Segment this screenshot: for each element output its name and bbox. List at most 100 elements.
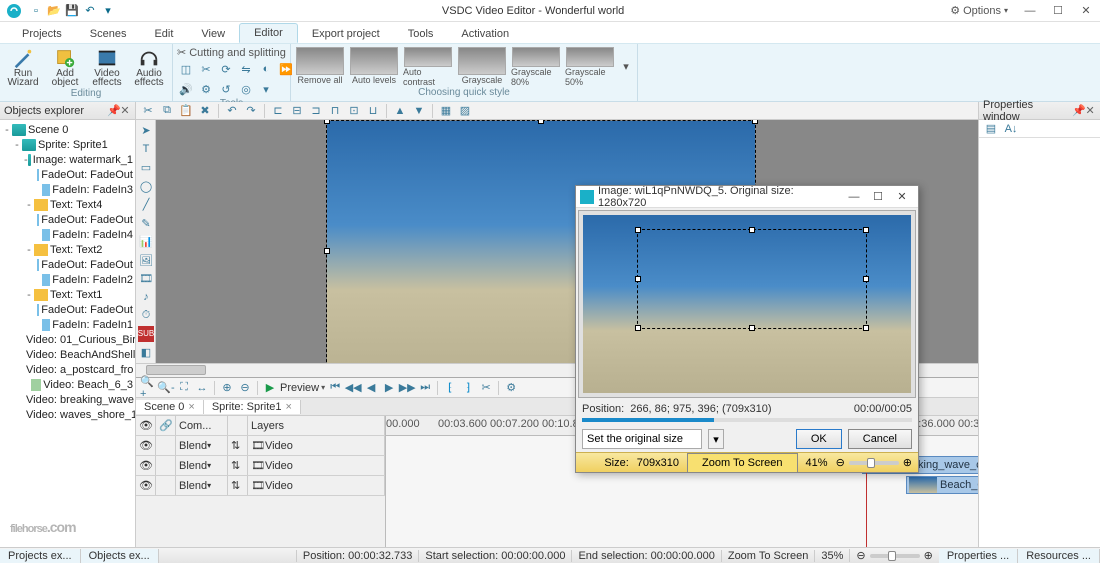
styles-more-button[interactable]: ▾ [619, 60, 633, 73]
tree-node[interactable]: -Sprite: Sprite1 [2, 137, 133, 152]
tree-node[interactable]: Video: Beach_6_3 [2, 377, 133, 392]
tree-node[interactable]: FadeIn: FadeIn1 [2, 317, 133, 332]
style-thumb-grayscale[interactable]: Grayscale [457, 47, 507, 87]
tab-close-icon[interactable]: × [188, 401, 194, 413]
statusbar-tab-properties[interactable]: Properties ... [939, 549, 1018, 563]
timeline-clip[interactable]: Beach_6_3 [906, 476, 978, 494]
dialog-crop-selection[interactable] [637, 229, 867, 329]
tree-node[interactable]: FadeIn: FadeIn3 [2, 182, 133, 197]
qat-dropdown-icon[interactable]: ▾ [100, 3, 116, 19]
subtitle-tool-icon[interactable]: SUB [138, 326, 154, 341]
tool-cut-icon[interactable]: ✂ [197, 60, 215, 78]
categorize-icon[interactable]: ▤ [983, 121, 999, 137]
maximize-button[interactable]: ☐ [1044, 1, 1072, 21]
dialog-titlebar[interactable]: Image: wiL1qPnNWDQ_5. Original size: 128… [576, 186, 918, 208]
align-right-icon[interactable]: ⊐ [308, 103, 324, 119]
sprite-tool-icon[interactable]: ◧ [138, 345, 154, 360]
tree-node[interactable]: FadeOut: FadeOut [2, 302, 133, 317]
qat-open-icon[interactable]: 📂 [46, 3, 62, 19]
tool-flip-icon[interactable]: ⇋ [237, 60, 255, 78]
dialog-minimize-button[interactable]: — [842, 191, 866, 203]
play-icon[interactable]: ▶ [262, 380, 278, 396]
align-top-icon[interactable]: ⊓ [327, 103, 343, 119]
step-back-icon[interactable]: ◀ [363, 380, 379, 396]
eye-icon[interactable]: 👁 [139, 439, 153, 452]
props-icon[interactable]: ⚙ [503, 380, 519, 396]
style-thumb-auto-levels[interactable]: Auto levels [349, 47, 399, 87]
panel-close-icon[interactable]: ✕ [119, 104, 131, 117]
run-wizard-button[interactable]: Run Wizard [4, 46, 42, 88]
cursor-icon[interactable]: ➤ [138, 123, 154, 138]
tree-node[interactable]: FadeIn: FadeIn2 [2, 272, 133, 287]
tool-volume-icon[interactable]: 🔊 [177, 80, 195, 98]
step-fwd-icon[interactable]: ▶ [381, 380, 397, 396]
tool-reverse-icon[interactable]: ↺ [217, 80, 235, 98]
ribbon-tab-projects[interactable]: Projects [8, 25, 76, 43]
dialog-progress[interactable] [582, 418, 912, 422]
status-zoom-slider[interactable]: ⊖ ⊕ [849, 549, 938, 562]
tool-color-icon[interactable]: ◐ [257, 60, 275, 78]
tool-more-icon[interactable]: ▾ [257, 80, 275, 98]
redo-icon[interactable]: ↷ [243, 103, 259, 119]
lock-icon[interactable]: ⊖ [237, 380, 253, 396]
audio-tool-icon[interactable]: ♪ [138, 289, 154, 304]
tree-node[interactable]: -Text: Text2 [2, 242, 133, 257]
ribbon-tab-editor[interactable]: Editor [239, 23, 298, 43]
delete-icon[interactable]: ✖ [197, 103, 213, 119]
combo-dropdown-icon[interactable]: ▾ [708, 429, 724, 449]
split-icon[interactable]: ✂ [478, 380, 494, 396]
freehand-icon[interactable]: ✎ [138, 215, 154, 230]
zoom-out-icon[interactable]: 🔍- [158, 380, 174, 396]
image-tool-icon[interactable]: 🖼 [138, 252, 154, 267]
lock-icon[interactable]: ⇅ [231, 439, 240, 452]
go-start-icon[interactable]: ⏮ [327, 380, 343, 396]
qat-save-icon[interactable]: 💾 [64, 3, 80, 19]
video-effects-button[interactable]: Video effects [88, 46, 126, 88]
tree-node[interactable]: Video: BeachAndShell [2, 347, 133, 362]
line-tool-icon[interactable]: ╱ [138, 197, 154, 212]
rect-tool-icon[interactable]: ▭ [138, 160, 154, 175]
timeline-tab[interactable]: Sprite: Sprite1× [204, 400, 301, 414]
undo-icon[interactable]: ↶ [224, 103, 240, 119]
zoom-in-icon[interactable]: 🔍+ [140, 380, 156, 396]
objects-tree[interactable]: - Scene 0 -Sprite: Sprite1-Image: waterm… [0, 120, 135, 547]
align-left-icon[interactable]: ⊏ [270, 103, 286, 119]
zoom-plus-icon[interactable]: ⊕ [903, 456, 912, 469]
preview-dropdown-icon[interactable]: ▾ [321, 383, 325, 392]
statusbar-tab-resources[interactable]: Resources ... [1018, 549, 1100, 563]
panel-pin-icon[interactable]: 📌 [1072, 104, 1084, 117]
tree-node[interactable]: -Image: watermark_1 [2, 152, 133, 167]
zoom-plus-icon[interactable]: ⊕ [924, 549, 933, 562]
paste-icon[interactable]: 📋 [178, 103, 194, 119]
prev-frame-icon[interactable]: ◀◀ [345, 380, 361, 396]
tree-node[interactable]: -Text: Text1 [2, 287, 133, 302]
ribbon-tab-tools[interactable]: Tools [394, 25, 448, 43]
tool-crop-icon[interactable]: ◫ [177, 60, 195, 78]
zoom-100-icon[interactable]: ↔ [194, 380, 210, 396]
panel-close-icon[interactable]: ✕ [1084, 104, 1096, 117]
zoom-minus-icon[interactable]: ⊖ [856, 549, 865, 562]
ribbon-tab-view[interactable]: View [187, 25, 239, 43]
tree-node[interactable]: Video: a_postcard_fro [2, 362, 133, 377]
status-zoom-to-screen[interactable]: Zoom To Screen [721, 550, 815, 562]
tab-close-icon[interactable]: × [286, 401, 292, 413]
close-button[interactable]: ✕ [1072, 1, 1100, 21]
link-icon[interactable]: 🔗 [159, 419, 173, 432]
style-thumb-grayscale-80-[interactable]: Grayscale 80% [511, 47, 561, 87]
zoom-fit-icon[interactable]: ⛶ [176, 380, 192, 396]
tree-node[interactable]: Video: 01_Curious_Bir [2, 332, 133, 347]
counter-tool-icon[interactable]: ⏱ [138, 308, 154, 323]
options-button[interactable]: ⚙ Options ▾ [950, 4, 1008, 17]
ellipse-tool-icon[interactable]: ◯ [138, 178, 154, 193]
ribbon-tab-export-project[interactable]: Export project [298, 25, 394, 43]
send-back-icon[interactable]: ▼ [411, 103, 427, 119]
go-end-icon[interactable]: ⏭ [417, 380, 433, 396]
ok-button[interactable]: OK [796, 429, 842, 449]
eye-icon[interactable]: 👁 [139, 459, 153, 472]
dialog-preview[interactable] [578, 210, 916, 398]
tool-gear-icon[interactable]: ⚙ [197, 80, 215, 98]
next-frame-icon[interactable]: ▶▶ [399, 380, 415, 396]
ungroup-icon[interactable]: ▨ [457, 103, 473, 119]
group-icon[interactable]: ▦ [438, 103, 454, 119]
tree-node[interactable]: FadeIn: FadeIn4 [2, 227, 133, 242]
